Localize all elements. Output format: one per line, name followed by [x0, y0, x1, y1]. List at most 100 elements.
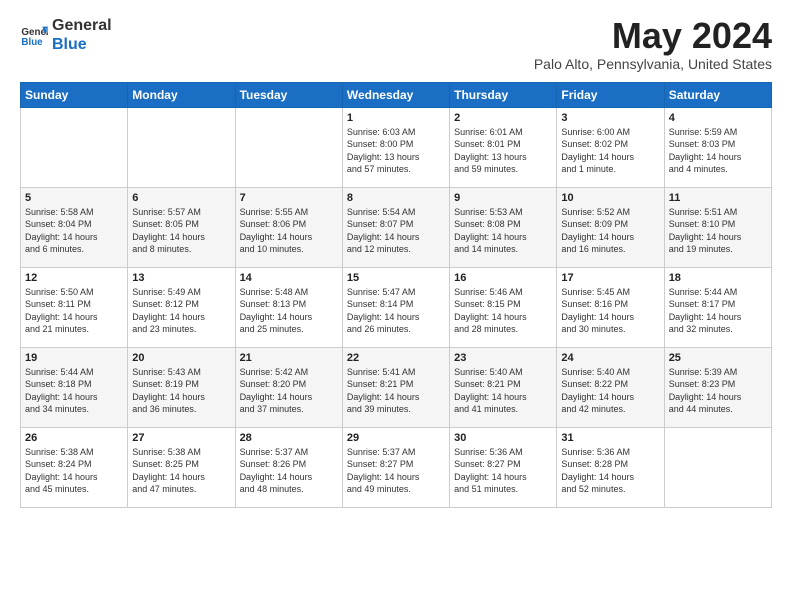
calendar-cell: 8 Sunrise: 5:54 AM Sunset: 8:07 PM Daylig…	[342, 187, 449, 267]
header-saturday: Saturday	[664, 82, 771, 107]
day-info: Sunrise: 5:40 AM Sunset: 8:22 PM Dayligh…	[561, 366, 659, 416]
day-number: 20	[132, 352, 230, 364]
page: General Blue General Blue May 2024 Palo …	[0, 0, 792, 612]
day-info: Sunrise: 5:53 AM Sunset: 8:08 PM Dayligh…	[454, 206, 552, 256]
day-number: 22	[347, 352, 445, 364]
day-number: 10	[561, 192, 659, 204]
week-row-3: 12Sunrise: 5:50 AM Sunset: 8:11 PM Dayli…	[21, 267, 772, 347]
day-info: Sunrise: 5:51 AM Sunset: 8:10 PM Dayligh…	[669, 206, 767, 256]
calendar-cell: 28Sunrise: 5:37 AM Sunset: 8:26 PM Dayli…	[235, 427, 342, 507]
calendar-cell	[21, 107, 128, 187]
calendar-cell: 12Sunrise: 5:50 AM Sunset: 8:11 PM Dayli…	[21, 267, 128, 347]
day-info: Sunrise: 6:00 AM Sunset: 8:02 PM Dayligh…	[561, 126, 659, 176]
day-info: Sunrise: 5:36 AM Sunset: 8:28 PM Dayligh…	[561, 446, 659, 496]
day-info: Sunrise: 5:42 AM Sunset: 8:20 PM Dayligh…	[240, 366, 338, 416]
day-number: 18	[669, 272, 767, 284]
calendar-cell: 21 Sunrise: 5:42 AM Sunset: 8:20 PM Dayli…	[235, 347, 342, 427]
calendar-cell: 19Sunrise: 5:44 AM Sunset: 8:18 PM Dayli…	[21, 347, 128, 427]
day-info: Sunrise: 5:49 AM Sunset: 8:12 PM Dayligh…	[132, 286, 230, 336]
calendar-cell: 23 Sunrise: 5:40 AM Sunset: 8:21 PM Dayli…	[450, 347, 557, 427]
day-number: 6	[132, 192, 230, 204]
calendar-cell	[664, 427, 771, 507]
day-number: 2	[454, 112, 552, 124]
calendar-cell: 27Sunrise: 5:38 AM Sunset: 8:25 PM Dayli…	[128, 427, 235, 507]
day-info: Sunrise: 5:48 AM Sunset: 8:13 PM Dayligh…	[240, 286, 338, 336]
day-info: Sunrise: 5:43 AM Sunset: 8:19 PM Dayligh…	[132, 366, 230, 416]
day-info: Sunrise: 5:36 AM Sunset: 8:27 PM Dayligh…	[454, 446, 552, 496]
day-info: Sunrise: 5:39 AM Sunset: 8:23 PM Dayligh…	[669, 366, 767, 416]
day-number: 13	[132, 272, 230, 284]
day-number: 24	[561, 352, 659, 364]
calendar-cell: 4Sunrise: 5:59 AM Sunset: 8:03 PM Daylig…	[664, 107, 771, 187]
day-number: 21	[240, 352, 338, 364]
day-info: Sunrise: 5:54 AM Sunset: 8:07 PM Dayligh…	[347, 206, 445, 256]
calendar-cell: 1Sunrise: 6:03 AM Sunset: 8:00 PM Daylig…	[342, 107, 449, 187]
calendar-cell: 30 Sunrise: 5:36 AM Sunset: 8:27 PM Dayli…	[450, 427, 557, 507]
title-block: May 2024 Palo Alto, Pennsylvania, United…	[534, 16, 772, 72]
calendar-cell: 25 Sunrise: 5:39 AM Sunset: 8:23 PM Dayli…	[664, 347, 771, 427]
day-info: Sunrise: 5:40 AM Sunset: 8:21 PM Dayligh…	[454, 366, 552, 416]
day-info: Sunrise: 5:45 AM Sunset: 8:16 PM Dayligh…	[561, 286, 659, 336]
calendar-cell: 5 Sunrise: 5:58 AM Sunset: 8:04 PM Daylig…	[21, 187, 128, 267]
day-number: 4	[669, 112, 767, 124]
day-number: 7	[240, 192, 338, 204]
header-thursday: Thursday	[450, 82, 557, 107]
day-number: 8	[347, 192, 445, 204]
calendar-cell: 3Sunrise: 6:00 AM Sunset: 8:02 PM Daylig…	[557, 107, 664, 187]
svg-text:Blue: Blue	[21, 37, 43, 48]
week-row-2: 5 Sunrise: 5:58 AM Sunset: 8:04 PM Daylig…	[21, 187, 772, 267]
week-row-1: 1Sunrise: 6:03 AM Sunset: 8:00 PM Daylig…	[21, 107, 772, 187]
day-number: 23	[454, 352, 552, 364]
day-info: Sunrise: 5:55 AM Sunset: 8:06 PM Dayligh…	[240, 206, 338, 256]
day-number: 27	[132, 432, 230, 444]
day-number: 28	[240, 432, 338, 444]
header: General Blue General Blue May 2024 Palo …	[20, 16, 772, 72]
day-number: 15	[347, 272, 445, 284]
day-number: 25	[669, 352, 767, 364]
calendar-cell: 29Sunrise: 5:37 AM Sunset: 8:27 PM Dayli…	[342, 427, 449, 507]
week-row-5: 26 Sunrise: 5:38 AM Sunset: 8:24 PM Dayli…	[21, 427, 772, 507]
day-number: 12	[25, 272, 123, 284]
day-info: Sunrise: 5:38 AM Sunset: 8:24 PM Dayligh…	[25, 446, 123, 496]
calendar-cell: 2Sunrise: 6:01 AM Sunset: 8:01 PM Daylig…	[450, 107, 557, 187]
day-number: 14	[240, 272, 338, 284]
day-number: 30	[454, 432, 552, 444]
calendar-cell: 7 Sunrise: 5:55 AM Sunset: 8:06 PM Daylig…	[235, 187, 342, 267]
logo-line1: General	[52, 16, 112, 35]
calendar-cell: 18 Sunrise: 5:44 AM Sunset: 8:17 PM Dayli…	[664, 267, 771, 347]
calendar-cell: 31Sunrise: 5:36 AM Sunset: 8:28 PM Dayli…	[557, 427, 664, 507]
day-number: 5	[25, 192, 123, 204]
logo-icon: General Blue	[20, 21, 48, 49]
header-monday: Monday	[128, 82, 235, 107]
logo: General Blue General Blue	[20, 16, 112, 54]
day-info: Sunrise: 5:58 AM Sunset: 8:04 PM Dayligh…	[25, 206, 123, 256]
subtitle: Palo Alto, Pennsylvania, United States	[534, 56, 772, 72]
day-info: Sunrise: 5:52 AM Sunset: 8:09 PM Dayligh…	[561, 206, 659, 256]
day-number: 11	[669, 192, 767, 204]
header-tuesday: Tuesday	[235, 82, 342, 107]
day-info: Sunrise: 5:47 AM Sunset: 8:14 PM Dayligh…	[347, 286, 445, 336]
header-row: SundayMondayTuesdayWednesdayThursdayFrid…	[21, 82, 772, 107]
header-sunday: Sunday	[21, 82, 128, 107]
calendar-cell: 15 Sunrise: 5:47 AM Sunset: 8:14 PM Dayli…	[342, 267, 449, 347]
day-info: Sunrise: 5:57 AM Sunset: 8:05 PM Dayligh…	[132, 206, 230, 256]
calendar-cell: 20 Sunrise: 5:43 AM Sunset: 8:19 PM Dayli…	[128, 347, 235, 427]
day-number: 1	[347, 112, 445, 124]
day-number: 17	[561, 272, 659, 284]
day-info: Sunrise: 5:44 AM Sunset: 8:17 PM Dayligh…	[669, 286, 767, 336]
header-friday: Friday	[557, 82, 664, 107]
week-row-4: 19Sunrise: 5:44 AM Sunset: 8:18 PM Dayli…	[21, 347, 772, 427]
day-number: 19	[25, 352, 123, 364]
logo-line2: Blue	[52, 35, 112, 54]
main-title: May 2024	[534, 16, 772, 56]
calendar-table: SundayMondayTuesdayWednesdayThursdayFrid…	[20, 82, 772, 508]
day-number: 16	[454, 272, 552, 284]
day-number: 26	[25, 432, 123, 444]
day-number: 9	[454, 192, 552, 204]
calendar-cell: 26 Sunrise: 5:38 AM Sunset: 8:24 PM Dayli…	[21, 427, 128, 507]
calendar-cell: 6 Sunrise: 5:57 AM Sunset: 8:05 PM Daylig…	[128, 187, 235, 267]
calendar-cell: 11 Sunrise: 5:51 AM Sunset: 8:10 PM Dayli…	[664, 187, 771, 267]
day-info: Sunrise: 5:37 AM Sunset: 8:27 PM Dayligh…	[347, 446, 445, 496]
calendar-cell: 16Sunrise: 5:46 AM Sunset: 8:15 PM Dayli…	[450, 267, 557, 347]
header-wednesday: Wednesday	[342, 82, 449, 107]
